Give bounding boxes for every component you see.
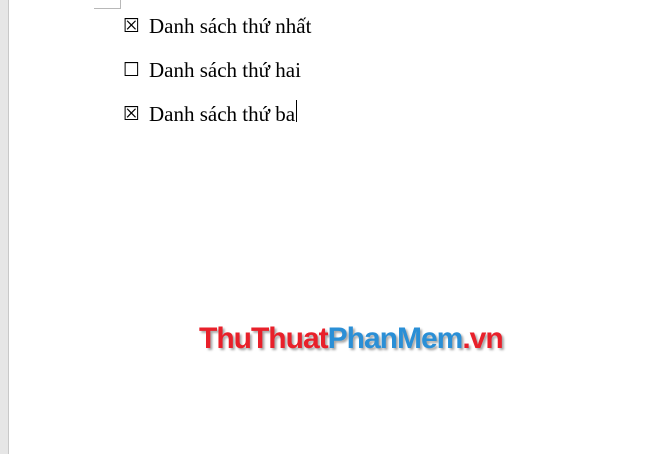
text-cursor bbox=[296, 100, 298, 122]
watermark-logo: ThuThuatPhanMem.vn bbox=[199, 322, 504, 355]
checklist: ☒ Danh sách thứ nhất ☐ Danh sách thứ hai… bbox=[123, 12, 311, 144]
list-item-label[interactable]: Danh sách thứ ba bbox=[149, 100, 295, 128]
list-item-label[interactable]: Danh sách thứ hai bbox=[149, 56, 301, 84]
text-boundary-corner bbox=[94, 0, 121, 9]
list-item-label[interactable]: Danh sách thứ nhất bbox=[149, 12, 311, 40]
checked-checkbox[interactable]: ☒ bbox=[123, 100, 149, 128]
document-page[interactable]: ☒ Danh sách thứ nhất ☐ Danh sách thứ hai… bbox=[8, 0, 652, 454]
list-item: ☒ Danh sách thứ ba bbox=[123, 100, 311, 144]
list-item: ☒ Danh sách thứ nhất bbox=[123, 12, 311, 56]
list-item: ☐ Danh sách thứ hai bbox=[123, 56, 311, 100]
unchecked-checkbox[interactable]: ☐ bbox=[123, 56, 149, 84]
checked-checkbox[interactable]: ☒ bbox=[123, 12, 149, 40]
